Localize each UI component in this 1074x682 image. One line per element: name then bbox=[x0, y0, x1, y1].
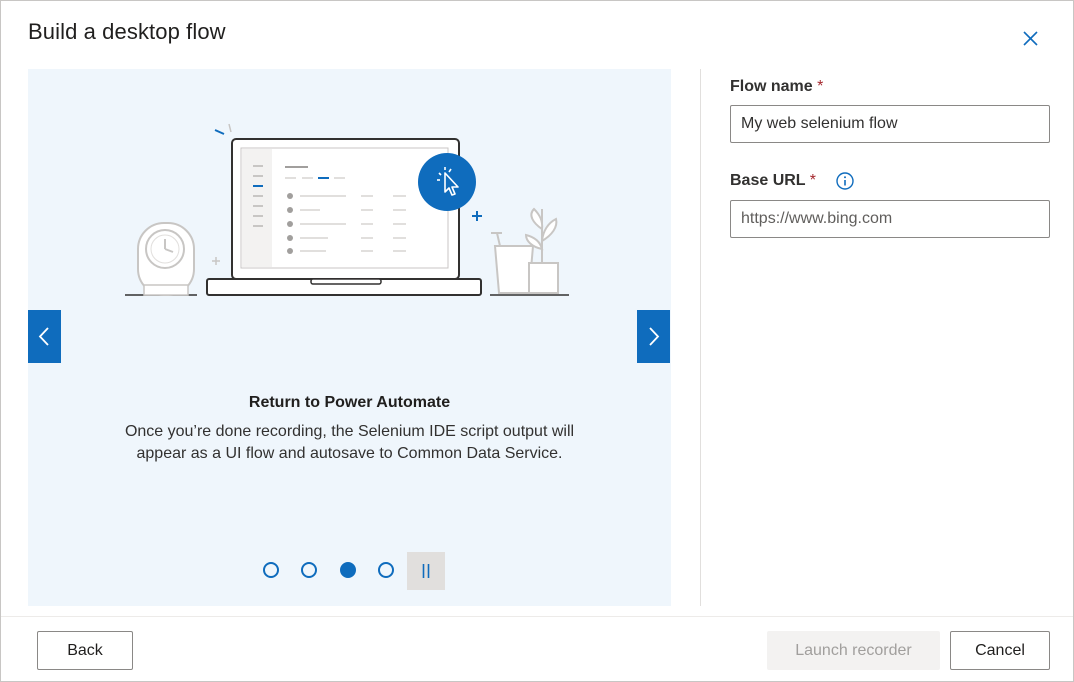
base-url-input[interactable] bbox=[730, 200, 1050, 238]
flow-name-input[interactable] bbox=[730, 105, 1050, 143]
carousel-dot-3[interactable] bbox=[340, 562, 356, 578]
flow-name-label-text: Flow name bbox=[730, 78, 813, 95]
build-desktop-flow-dialog: Build a desktop flow Return to Power Aut… bbox=[0, 0, 1074, 682]
pause-icon bbox=[422, 564, 430, 578]
base-url-label-text: Base URL bbox=[730, 172, 806, 189]
back-button[interactable]: Back bbox=[37, 631, 133, 670]
launch-recorder-button[interactable]: Launch recorder bbox=[767, 631, 940, 670]
flow-name-label: Flow name * bbox=[730, 78, 823, 96]
slide-description: Once you’re done recording, the Selenium… bbox=[124, 423, 575, 462]
carousel-next-button[interactable] bbox=[637, 310, 670, 363]
required-mark: * bbox=[809, 172, 816, 189]
footer-divider bbox=[1, 616, 1073, 617]
carousel-dot-2[interactable] bbox=[301, 562, 317, 578]
carousel-dot-4[interactable] bbox=[378, 562, 394, 578]
cancel-button[interactable]: Cancel bbox=[950, 631, 1050, 670]
carousel-pagination bbox=[261, 552, 451, 590]
carousel-pause-button[interactable] bbox=[407, 552, 445, 590]
carousel-prev-button[interactable] bbox=[28, 310, 61, 363]
dialog-title: Build a desktop flow bbox=[28, 19, 226, 44]
slide-heading: Return to Power Automate bbox=[248, 394, 451, 411]
base-url-label: Base URL * bbox=[730, 172, 816, 190]
onboarding-carousel: Return to Power Automate Once you’re don… bbox=[28, 69, 671, 606]
close-icon bbox=[1023, 31, 1038, 46]
carousel-dot-1[interactable] bbox=[263, 562, 279, 578]
info-icon[interactable] bbox=[835, 171, 855, 191]
chevron-left-icon bbox=[38, 327, 49, 346]
panel-divider bbox=[700, 69, 701, 606]
chevron-right-icon bbox=[649, 327, 660, 346]
required-mark: * bbox=[817, 78, 824, 95]
laptop-illustration bbox=[125, 123, 569, 296]
close-button[interactable] bbox=[1017, 25, 1043, 51]
